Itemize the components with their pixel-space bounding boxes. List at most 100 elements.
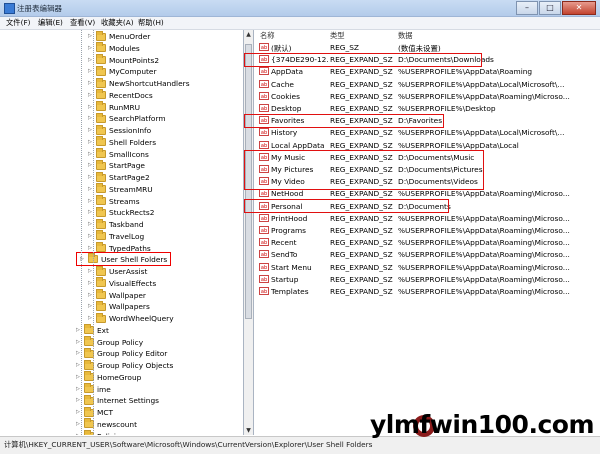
folder-icon [96, 183, 106, 194]
tree-item[interactable]: ▷ SessionInfo [88, 124, 152, 136]
registry-value-row[interactable]: ab Programs REG_EXPAND_SZ %USERPROFILE%\App… [256, 225, 600, 236]
tree-guide-line [81, 30, 82, 435]
tree-item[interactable]: ▷ VisualEffects [88, 277, 156, 289]
value-data: %USERPROFILE%\AppData\Local\Microsoft\..… [398, 128, 565, 138]
string-value-icon: ab [259, 287, 269, 295]
menu-file[interactable]: 文件(F) [6, 18, 30, 28]
registry-value-row[interactable]: ab NetHood REG_EXPAND_SZ %USERPROFILE%\AppD… [256, 188, 600, 199]
value-type: REG_EXPAND_SZ [330, 189, 393, 199]
registry-value-row[interactable]: ab Cookies REG_EXPAND_SZ %USERPROFILE%\AppD… [256, 91, 600, 102]
registry-value-row[interactable]: ab History REG_EXPAND_SZ %USERPROFILE%\AppD… [256, 127, 600, 138]
registry-value-row[interactable]: ab Start Menu REG_EXPAND_SZ %USERPROFILE%\A… [256, 262, 600, 273]
registry-value-row[interactable]: ab Recent REG_EXPAND_SZ %USERPROFILE%\AppDa… [256, 237, 600, 248]
tree-item-label: User Shell Folders [101, 254, 168, 264]
value-data: %USERPROFILE%\AppData\Local\Microsoft\..… [398, 79, 565, 89]
tree-item[interactable]: ▷ StreamMRU [88, 183, 153, 195]
scroll-up-arrow-icon[interactable]: ▲ [244, 30, 253, 39]
tree-item[interactable]: ▷ Modules [88, 42, 140, 54]
tree-item[interactable]: ▷ Wallpapers [88, 300, 150, 312]
tree-item[interactable]: ▷ newscount [76, 418, 137, 430]
folder-icon [96, 265, 106, 276]
menu-bar: 文件(F) 编辑(E) 查看(V) 收藏夹(A) 帮助(H) [0, 17, 600, 30]
tree-item-label: ime [97, 384, 111, 394]
tree-item-label: Taskband [109, 220, 144, 229]
close-button[interactable]: ✕ [562, 1, 596, 15]
tree-item[interactable]: ▷ MountPoints2 [88, 54, 159, 66]
scroll-down-arrow-icon[interactable]: ▼ [244, 426, 253, 435]
regedit-icon [4, 3, 15, 14]
value-type: REG_EXPAND_SZ [330, 213, 393, 223]
tree-item-label: NewShortcutHandlers [109, 79, 190, 88]
tree-item[interactable]: ▷ SmallIcons [88, 148, 149, 160]
folder-icon [96, 300, 106, 311]
tree-item[interactable]: ▷ WordWheelQuery [88, 312, 174, 324]
string-value-icon: ab [259, 43, 269, 51]
tree-item[interactable]: ▷ TravelLog [88, 230, 145, 242]
tree-item[interactable]: ▷ Group Policy [76, 336, 143, 348]
string-value-icon: ab [259, 274, 269, 283]
tree-item[interactable]: ▷ Taskband [88, 218, 144, 230]
tree-item[interactable]: ▷ UserAssist [88, 265, 147, 277]
value-data: %USERPROFILE%\AppData\Roaming [398, 67, 533, 77]
tree-item[interactable]: ▷ SearchPlatform [88, 112, 166, 124]
tree-item-selected[interactable]: ▷ User Shell Folders [76, 252, 172, 267]
tree-item[interactable]: ▷ Internet Settings [76, 394, 159, 406]
registry-value-row[interactable]: ab SendTo REG_EXPAND_SZ %USERPROFILE%\AppDa… [256, 249, 600, 260]
tree-item[interactable]: ▷ MyComputer [88, 65, 157, 77]
column-data[interactable]: 数据 [398, 31, 413, 41]
tree-item-label: TravelLog [109, 231, 145, 241]
tree-item[interactable]: ▷ HomeGroup [76, 371, 141, 383]
column-type[interactable]: 类型 [330, 31, 345, 41]
tree-item[interactable]: ▷Policies [76, 430, 124, 435]
string-value-icon: ab [259, 238, 269, 247]
menu-help[interactable]: 帮助(H) [138, 18, 164, 28]
folder-icon [96, 218, 106, 229]
menu-favorites[interactable]: 收藏夹(A) [101, 18, 134, 28]
value-name: History [271, 128, 298, 138]
maximize-button[interactable]: □ [539, 1, 561, 15]
registry-value-row[interactable]: ab Cache REG_EXPAND_SZ %USERPROFILE%\AppDat… [256, 79, 600, 90]
tree-scrollbar[interactable]: ▲ ▼ [244, 30, 254, 435]
menu-edit[interactable]: 编辑(E) [38, 18, 63, 28]
value-name: Start Menu [271, 262, 312, 272]
value-name: Startup [271, 274, 299, 284]
value-type: REG_EXPAND_SZ [330, 274, 393, 284]
tree-item[interactable]: ▷ Group Policy Editor [76, 347, 167, 359]
registry-value-row[interactable]: ab Local AppData REG_EXPAND_SZ %USERPROFILE… [256, 140, 600, 151]
tree-item[interactable]: ▷ StuckRects2 [88, 206, 154, 218]
tree-item-label: StartPage2 [109, 173, 150, 182]
tree-item-label: RunMRU [109, 102, 141, 112]
string-value-icon: ab [259, 250, 269, 259]
value-name: Desktop [271, 104, 302, 113]
folder-icon [96, 42, 106, 53]
menu-view[interactable]: 查看(V) [70, 18, 95, 28]
tree-item[interactable]: ▷ StartPage [88, 159, 145, 171]
value-data: %USERPROFILE%\AppData\Roaming\Microso... [398, 287, 570, 296]
tree-item[interactable]: ▷ StartPage2 [88, 171, 150, 183]
tree-item[interactable]: ▷ Wallpaper [88, 289, 146, 301]
registry-value-row[interactable]: ab Templates REG_EXPAND_SZ %USERPROFILE%\Ap… [256, 286, 600, 297]
registry-value-row[interactable]: ab Startup REG_EXPAND_SZ %USERPROFILE%\AppD… [256, 274, 600, 285]
registry-value-row[interactable]: ab AppData REG_EXPAND_SZ %USERPROFILE%\AppD… [256, 66, 600, 77]
tree-item[interactable]: ▷ Group Policy Objects [76, 359, 173, 371]
tree-item[interactable]: ▷ Shell Folders [88, 136, 156, 148]
tree-item[interactable]: ▷ RunMRU [88, 101, 141, 113]
folder-icon [96, 148, 106, 158]
highlight-box [244, 53, 482, 67]
tree-item[interactable]: ▷ RecentDocs [88, 89, 153, 101]
tree-item-label: SessionInfo [109, 126, 152, 135]
value-type: REG_EXPAND_SZ [330, 250, 393, 260]
registry-value-row[interactable]: ab (默认) REG_SZ (数值未设置) [256, 42, 600, 53]
tree-item[interactable]: ▷ MenuOrder [88, 30, 150, 42]
tree-item[interactable]: ▷ Streams [88, 195, 140, 207]
value-type: REG_EXPAND_SZ [330, 91, 393, 101]
minimize-button[interactable]: – [516, 1, 538, 15]
registry-tree[interactable]: ▷ MenuOrder ▷ Modules ▷ MountPoints2 ▷ MyComput… [0, 30, 244, 435]
folder-icon [96, 77, 106, 88]
registry-value-row[interactable]: ab Desktop REG_EXPAND_SZ %USERPROFILE%\Desk… [256, 103, 600, 114]
value-name: Programs [271, 226, 307, 235]
value-type: REG_EXPAND_SZ [330, 262, 393, 272]
registry-value-row[interactable]: ab PrintHood REG_EXPAND_SZ %USERPROFILE%\Ap… [256, 213, 600, 224]
tree-item[interactable]: ▷ NewShortcutHandlers [88, 77, 190, 89]
column-name[interactable]: 名称 [260, 31, 275, 41]
